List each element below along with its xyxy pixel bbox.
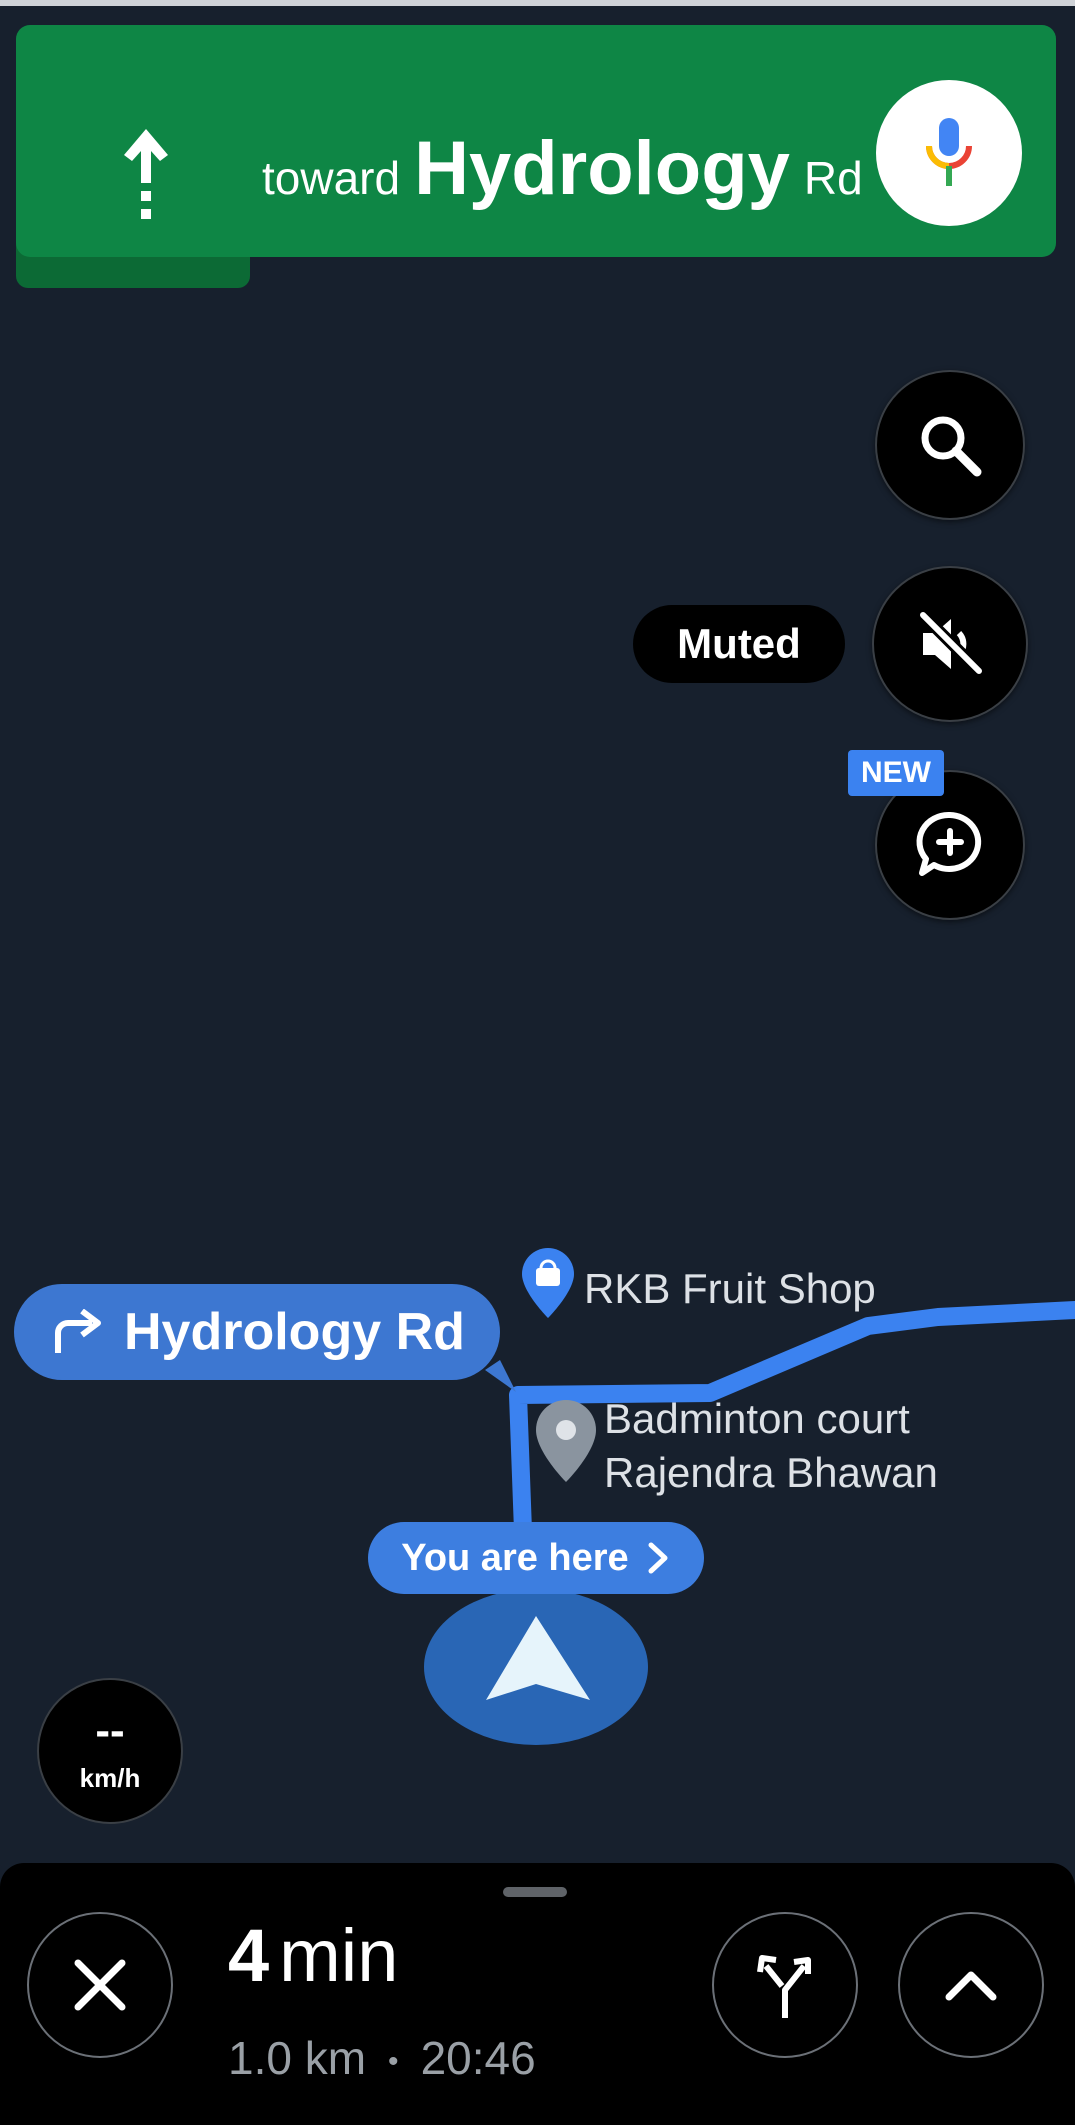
speedometer: -- km/h [37, 1678, 183, 1824]
eta-time-value: 4 [228, 1914, 270, 1997]
street-name: Hydrology [414, 126, 790, 211]
shopping-bag-pin-icon[interactable] [522, 1248, 574, 1318]
eta-details: 1.0 km • 20:46 [228, 2031, 536, 2085]
trip-distance: 1.0 km [228, 2032, 367, 2084]
separator-dot: • [388, 2044, 399, 2078]
toward-label: toward [262, 152, 401, 204]
sheet-drag-handle[interactable] [503, 1887, 567, 1897]
speed-value: -- [95, 1705, 125, 1755]
trip-bottom-sheet[interactable]: 4 min 1.0 km • 20:46 [0, 1863, 1075, 2125]
search-icon [921, 416, 982, 477]
next-turn-label: Hydrology Rd [124, 1303, 465, 1361]
poi-name-line2: Rajendra Bhawan [604, 1449, 938, 1496]
mic-icon [926, 118, 972, 186]
chevron-right-icon [648, 1542, 668, 1574]
poi-label-badminton-court[interactable]: Badminton court Rajendra Bhawan [604, 1392, 938, 1500]
search-button[interactable] [875, 370, 1025, 520]
turn-right-icon [55, 1309, 101, 1353]
arrival-time: 20:46 [420, 2032, 536, 2084]
speed-unit: km/h [79, 1762, 141, 1793]
poi-label-rkb-fruit-shop[interactable]: RKB Fruit Shop [584, 1262, 876, 1316]
you-are-here-label: You are here [401, 1536, 629, 1579]
close-icon [74, 1959, 126, 2011]
muted-label: Muted [633, 605, 845, 683]
add-comment-icon [916, 811, 982, 876]
new-badge: NEW [848, 750, 944, 796]
turn-bubble-tail [485, 1360, 516, 1392]
you-are-here-button[interactable]: You are here [368, 1522, 704, 1594]
sound-toggle-button[interactable] [872, 566, 1028, 722]
exit-navigation-button[interactable] [27, 1912, 173, 2058]
next-turn-bubble[interactable]: Hydrology Rd [14, 1284, 500, 1380]
poi-name-line1: Badminton court [604, 1395, 910, 1442]
expand-trip-button[interactable] [898, 1912, 1044, 2058]
eta-duration: 4 min [228, 1913, 398, 1998]
banner-instruction: toward Hydrology Rd [262, 125, 863, 225]
route-alternates-icon [757, 1955, 811, 2018]
current-location-marker [424, 1589, 648, 1745]
street-suffix: Rd [803, 152, 863, 204]
straight-arrow-icon [124, 129, 168, 219]
chevron-up-icon [945, 1971, 997, 2001]
volume-off-icon [918, 610, 984, 676]
eta-time-unit: min [279, 1914, 399, 1997]
voice-search-button[interactable] [876, 80, 1022, 226]
route-alternates-button[interactable] [712, 1912, 858, 2058]
location-pin-icon[interactable] [536, 1400, 596, 1482]
